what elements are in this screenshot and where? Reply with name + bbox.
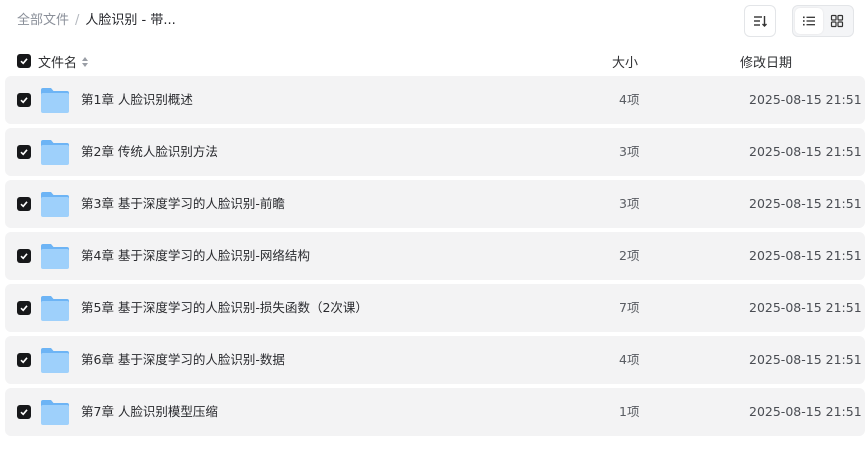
row-checkbox[interactable] [17, 353, 31, 367]
file-modified-date: 2025-08-15 21:51 [749, 404, 862, 419]
file-name[interactable]: 第5章 基于深度学习的人脸识别-损失函数（2次课） [81, 298, 368, 318]
row-checkbox[interactable] [17, 301, 31, 315]
file-list: 第1章 人脸识别概述 4项 2025-08-15 21:51 第2章 传统人脸识别方法… [5, 76, 865, 440]
folder-icon [41, 296, 69, 321]
file-name[interactable]: 第6章 基于深度学习的人脸识别-数据 [81, 350, 285, 370]
checkmark-icon [20, 357, 28, 364]
file-size: 3项 [619, 196, 640, 211]
checkmark-icon [20, 253, 28, 260]
table-header: 文件名 大小 修改日期 [0, 48, 868, 74]
size-column-header[interactable]: 大小 [612, 52, 638, 71]
file-modified-date: 2025-08-15 21:51 [749, 248, 862, 263]
checkmark-icon [20, 97, 28, 104]
breadcrumb-root-link[interactable]: 全部文件 [17, 13, 69, 28]
sort-toggle-icon [82, 56, 89, 67]
checkmark-icon [20, 409, 28, 416]
file-modified-date: 2025-08-15 21:51 [749, 92, 862, 107]
breadcrumb-separator: / [75, 13, 80, 28]
top-bar: 全部文件 / 人脸识别 - 带... [0, 0, 868, 42]
file-modified-date: 2025-08-15 21:51 [749, 352, 862, 367]
folder-icon [41, 88, 69, 113]
file-name[interactable]: 第2章 传统人脸识别方法 [81, 142, 218, 162]
file-name[interactable]: 第3章 基于深度学习的人脸识别-前瞻 [81, 194, 285, 214]
folder-icon [41, 400, 69, 425]
name-column-header[interactable]: 文件名 [38, 52, 89, 71]
file-size: 1项 [619, 404, 640, 419]
row-checkbox[interactable] [17, 197, 31, 211]
file-row[interactable]: 第7章 人脸识别模型压缩 1项 2025-08-15 21:51 [5, 388, 865, 436]
file-row[interactable]: 第3章 基于深度学习的人脸识别-前瞻 3项 2025-08-15 21:51 [5, 180, 865, 228]
file-modified-date: 2025-08-15 21:51 [749, 144, 862, 159]
sort-button[interactable] [744, 5, 776, 37]
checkmark-icon [20, 58, 28, 65]
file-name[interactable]: 第4章 基于深度学习的人脸识别-网络结构 [81, 246, 310, 266]
file-size: 4项 [619, 92, 640, 107]
list-view-button[interactable] [795, 8, 823, 34]
file-row[interactable]: 第6章 基于深度学习的人脸识别-数据 4项 2025-08-15 21:51 [5, 336, 865, 384]
sort-lines-icon [754, 16, 767, 27]
file-modified-date: 2025-08-15 21:51 [749, 300, 862, 315]
file-size: 7项 [619, 300, 640, 315]
file-row[interactable]: 第4章 基于深度学习的人脸识别-网络结构 2项 2025-08-15 21:51 [5, 232, 865, 280]
file-row[interactable]: 第5章 基于深度学习的人脸识别-损失函数（2次课） 7项 2025-08-15 21… [5, 284, 865, 332]
folder-icon [41, 140, 69, 165]
row-checkbox[interactable] [17, 93, 31, 107]
row-checkbox[interactable] [17, 405, 31, 419]
breadcrumb: 全部文件 / 人脸识别 - 带... [17, 11, 176, 31]
view-toggle [792, 5, 854, 37]
file-size: 2项 [619, 248, 640, 263]
file-name[interactable]: 第7章 人脸识别模型压缩 [81, 402, 218, 422]
folder-icon [41, 348, 69, 373]
file-size: 3项 [619, 144, 640, 159]
file-name[interactable]: 第1章 人脸识别概述 [81, 90, 193, 110]
folder-icon [41, 244, 69, 269]
folder-icon [41, 192, 69, 217]
name-column-label: 文件名 [38, 56, 78, 71]
grid-view-icon [830, 14, 844, 28]
file-row[interactable]: 第2章 传统人脸识别方法 3项 2025-08-15 21:51 [5, 128, 865, 176]
select-all-checkbox[interactable] [17, 54, 31, 68]
breadcrumb-current: 人脸识别 - 带... [85, 13, 176, 28]
date-column-header[interactable]: 修改日期 [740, 52, 792, 71]
row-checkbox[interactable] [17, 145, 31, 159]
checkmark-icon [20, 201, 28, 208]
file-modified-date: 2025-08-15 21:51 [749, 196, 862, 211]
grid-view-button[interactable] [823, 8, 851, 34]
list-view-icon [803, 16, 815, 26]
row-checkbox[interactable] [17, 249, 31, 263]
file-size: 4项 [619, 352, 640, 367]
file-row[interactable]: 第1章 人脸识别概述 4项 2025-08-15 21:51 [5, 76, 865, 124]
checkmark-icon [20, 305, 28, 312]
checkmark-icon [20, 149, 28, 156]
